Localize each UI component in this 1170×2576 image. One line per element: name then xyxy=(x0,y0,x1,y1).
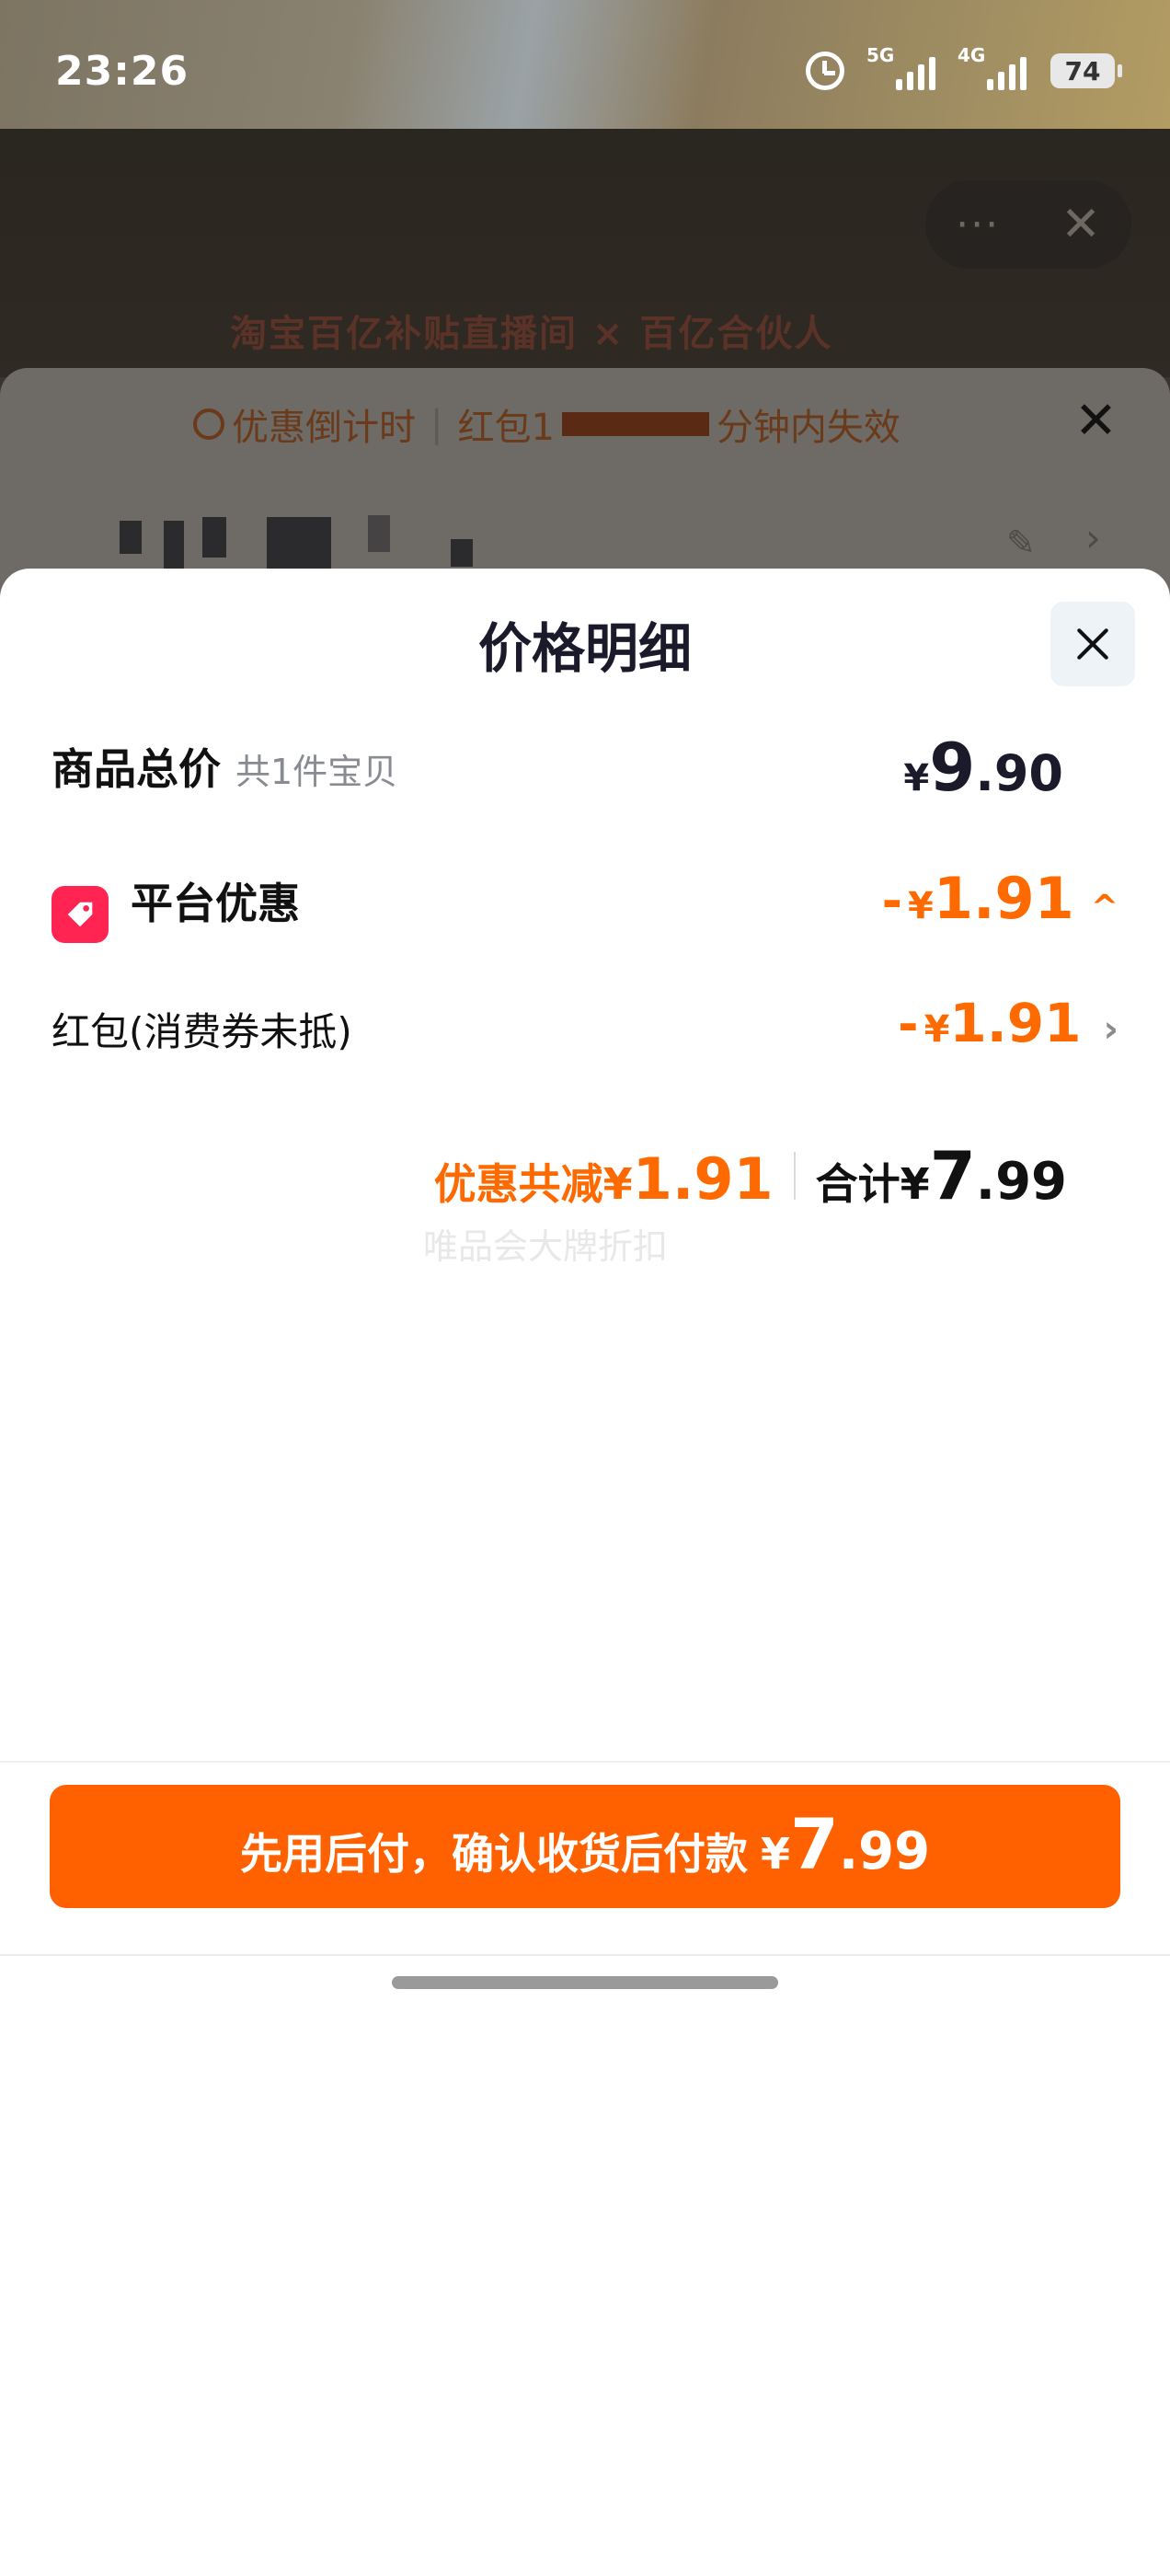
status-bar: 23:26 5G 4G 74 xyxy=(0,0,1170,129)
pixelated-address xyxy=(202,517,226,558)
savings-value: 1.91 xyxy=(632,1145,774,1213)
countdown-text-end: 分钟内失效 xyxy=(716,407,900,449)
goods-total-price: ¥9.90 xyxy=(903,729,1063,806)
currency-symbol: ¥ xyxy=(923,1008,950,1051)
signal-4g-label: 4G xyxy=(958,44,986,66)
promo-banner: 淘宝百亿补贴直播间 × 百亿合伙人 xyxy=(230,313,833,355)
more-icon[interactable]: ··· xyxy=(956,201,1000,248)
signal-5g-icon: 5G xyxy=(866,44,935,90)
summary-divider xyxy=(793,1152,796,1200)
status-icons: 5G 4G 74 xyxy=(806,44,1122,94)
chevron-right-icon[interactable]: › xyxy=(1085,515,1101,560)
goods-total-row: 商品总价 共1件宝贝 ¥9.90 xyxy=(52,729,1118,806)
price-summary: 优惠共减 ¥1.91 合计 ¥7.99 xyxy=(434,1137,1067,1214)
battery-level: 74 xyxy=(1064,55,1101,86)
battery-icon: 74 xyxy=(1050,53,1122,88)
edit-icon[interactable]: ✎ xyxy=(1006,523,1036,563)
close-icon xyxy=(1077,628,1108,660)
discount-value: 1.91 xyxy=(933,865,1074,932)
pixelated-address xyxy=(267,517,331,570)
sheet-close-button[interactable] xyxy=(1050,602,1135,686)
mini-program-capsule[interactable]: ··· ✕ xyxy=(925,180,1131,269)
currency-symbol: ¥ xyxy=(760,1829,790,1879)
red-packet-amount: - ¥1.91 › xyxy=(898,992,1118,1054)
chevron-right-icon[interactable]: › xyxy=(1104,1008,1118,1051)
currency-symbol: ¥ xyxy=(908,885,934,927)
bottom-divider xyxy=(0,1761,1170,1763)
total-decimal: .99 xyxy=(975,1152,1067,1212)
total-integer: 7 xyxy=(929,1137,976,1214)
signal-5g-label: 5G xyxy=(866,44,895,66)
bottom-divider xyxy=(0,1954,1170,1956)
pixelated-address xyxy=(368,515,390,552)
price-integer: 9 xyxy=(929,729,976,806)
price-detail-sheet: 价格明细 商品总价 共1件宝贝 ¥9.90 平台优惠 - ¥1.91 ^ 红包(消费券… xyxy=(0,569,1170,2576)
chevron-up-icon[interactable]: ^ xyxy=(1091,889,1118,926)
total-label: 合计 xyxy=(815,1159,900,1209)
red-packet-label: 红包(消费券未抵) xyxy=(52,1009,352,1054)
countdown-divider: | xyxy=(430,403,443,445)
platform-discount-amount: - ¥1.91 ^ xyxy=(882,865,1118,932)
pixelated-address xyxy=(451,539,473,567)
home-indicator[interactable] xyxy=(392,1976,778,1989)
discount-value: 1.91 xyxy=(949,992,1082,1054)
minus-sign: - xyxy=(898,995,919,1053)
countdown-bar: 优惠倒计时 | 红包1 分钟内失效 xyxy=(193,397,900,451)
countdown-close-icon[interactable]: ✕ xyxy=(1074,396,1118,447)
goods-total-label: 商品总价 xyxy=(52,744,221,794)
platform-discount-label: 平台优惠 xyxy=(131,879,300,928)
confirm-pay-button[interactable]: 先用后付，确认收货后付款 ¥7.99 xyxy=(50,1785,1120,1908)
clock-icon xyxy=(193,408,224,440)
platform-discount-row[interactable]: 平台优惠 - ¥1.91 ^ xyxy=(52,865,1118,943)
signal-4g-icon: 4G xyxy=(958,44,1027,90)
sheet-title: 价格明细 xyxy=(477,617,692,680)
redacted-region xyxy=(561,412,709,436)
pixelated-address xyxy=(164,521,184,569)
countdown-text-start: 红包1 xyxy=(457,407,555,449)
price-decimal: .90 xyxy=(975,744,1063,802)
minus-sign: - xyxy=(881,872,902,930)
close-icon[interactable]: ✕ xyxy=(1061,197,1101,252)
pixelated-address xyxy=(120,521,142,554)
currency-symbol: ¥ xyxy=(903,757,930,799)
red-packet-row[interactable]: 红包(消费券未抵) - ¥1.91 › xyxy=(52,992,1118,1056)
pay-button-label: 先用后付，确认收货后付款 xyxy=(239,1829,748,1879)
goods-count-label: 共1件宝贝 xyxy=(235,752,398,792)
countdown-label: 优惠倒计时 xyxy=(232,407,416,449)
pay-integer: 7 xyxy=(789,1803,839,1885)
status-time: 23:26 xyxy=(55,48,189,95)
currency-symbol: ¥ xyxy=(602,1159,633,1209)
currency-symbol: ¥ xyxy=(900,1159,930,1209)
pay-decimal: .99 xyxy=(838,1822,931,1881)
watermark: 唯品会大牌折扣 xyxy=(423,1226,669,1267)
alarm-icon xyxy=(806,52,844,90)
price-tag-icon xyxy=(52,885,109,943)
savings-label: 优惠共减 xyxy=(433,1159,603,1209)
